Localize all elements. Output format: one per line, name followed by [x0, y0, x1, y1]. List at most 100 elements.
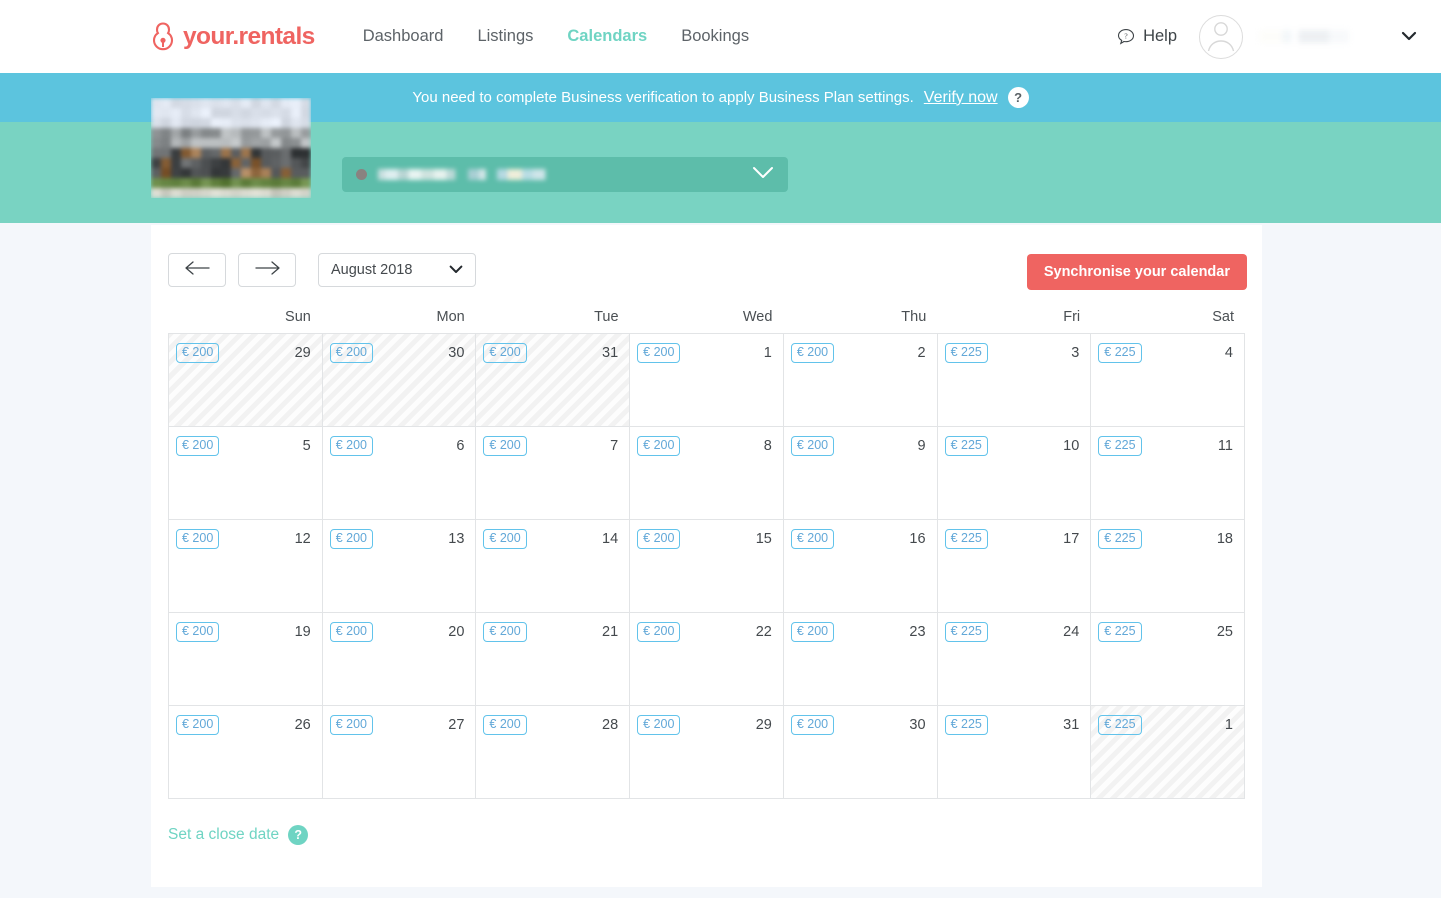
day-price-badge[interactable]: € 200	[176, 343, 219, 363]
day-price-badge[interactable]: € 200	[637, 343, 680, 363]
day-price-badge[interactable]: € 225	[1098, 343, 1141, 363]
weekday-header-mon: Mon	[322, 309, 476, 325]
day-price-badge[interactable]: € 225	[945, 436, 988, 456]
calendar-day-cell[interactable]: € 200 19	[169, 613, 323, 706]
calendar-day-cell[interactable]: € 225 3	[938, 334, 1092, 427]
calendar-day-cell[interactable]: € 200 28	[476, 706, 630, 799]
day-price-badge[interactable]: € 200	[791, 622, 834, 642]
calendar-day-cell[interactable]: € 200 5	[169, 427, 323, 520]
calendar-day-cell[interactable]: € 200 14	[476, 520, 630, 613]
calendar-day-cell[interactable]: € 200 12	[169, 520, 323, 613]
day-price-badge[interactable]: € 225	[945, 715, 988, 735]
calendar-day-cell[interactable]: € 225 31	[938, 706, 1092, 799]
calendar-day-cell[interactable]: € 200 27	[323, 706, 477, 799]
day-number: 21	[602, 624, 618, 640]
day-price-badge[interactable]: € 200	[483, 343, 526, 363]
calendar-day-cell[interactable]: € 200 22	[630, 613, 784, 706]
calendar-day-cell[interactable]: € 200 8	[630, 427, 784, 520]
day-number: 29	[756, 717, 772, 733]
day-price-badge[interactable]: € 200	[176, 622, 219, 642]
day-price-badge[interactable]: € 200	[791, 529, 834, 549]
day-price-badge[interactable]: € 200	[330, 622, 373, 642]
set-close-date-link[interactable]: Set a close date	[168, 826, 279, 844]
day-price-badge[interactable]: € 200	[330, 529, 373, 549]
calendar-day-cell[interactable]: € 200 2	[784, 334, 938, 427]
day-price-badge[interactable]: € 200	[637, 436, 680, 456]
account-area: ? Help	[1117, 0, 1441, 73]
account-chevron-down-icon[interactable]	[1401, 28, 1417, 46]
property-status-dot-icon	[356, 169, 367, 180]
day-price-badge[interactable]: € 200	[637, 715, 680, 735]
day-price-badge[interactable]: € 225	[1098, 622, 1141, 642]
day-number: 8	[764, 438, 772, 454]
synchronise-calendar-button[interactable]: Synchronise your calendar	[1027, 254, 1247, 290]
close-date-question-mark-icon[interactable]: ?	[288, 825, 308, 845]
brand-logo-link[interactable]: your.rentals	[150, 22, 315, 52]
calendar-day-cell[interactable]: € 225 4	[1091, 334, 1245, 427]
day-price-badge[interactable]: € 225	[945, 622, 988, 642]
question-mark-icon[interactable]: ?	[1008, 87, 1029, 108]
verify-now-link[interactable]: Verify now	[924, 89, 998, 107]
month-select[interactable]: August 2018	[318, 253, 476, 287]
day-price-badge[interactable]: € 225	[1098, 436, 1141, 456]
day-price-badge[interactable]: € 200	[791, 343, 834, 363]
calendar-day-cell[interactable]: € 200 15	[630, 520, 784, 613]
calendar-day-cell[interactable]: € 225 25	[1091, 613, 1245, 706]
day-price-badge[interactable]: € 225	[1098, 715, 1141, 735]
nav-item-bookings[interactable]: Bookings	[681, 27, 749, 46]
calendar-day-cell[interactable]: € 200 21	[476, 613, 630, 706]
calendar-day-cell[interactable]: € 225 10	[938, 427, 1092, 520]
weekday-header-fri: Fri	[937, 309, 1091, 325]
calendar-day-cell[interactable]: € 200 7	[476, 427, 630, 520]
day-price-badge[interactable]: € 225	[1098, 529, 1141, 549]
day-number: 18	[1217, 531, 1233, 547]
calendar-day-cell[interactable]: € 200 16	[784, 520, 938, 613]
day-price-badge[interactable]: € 225	[945, 343, 988, 363]
day-price-badge[interactable]: € 200	[330, 715, 373, 735]
nav-item-calendars[interactable]: Calendars	[567, 27, 647, 46]
calendar-day-cell[interactable]: € 200 1	[630, 334, 784, 427]
calendar-day-cell[interactable]: € 200 26	[169, 706, 323, 799]
day-number: 1	[1225, 717, 1233, 733]
day-price-badge[interactable]: € 200	[791, 436, 834, 456]
property-selector-dropdown[interactable]	[342, 157, 788, 192]
previous-month-button[interactable]	[168, 253, 226, 287]
day-price-badge[interactable]: € 200	[176, 715, 219, 735]
day-price-badge[interactable]: € 200	[637, 622, 680, 642]
calendar-day-cell: € 200 30	[323, 334, 477, 427]
nav-item-listings[interactable]: Listings	[477, 27, 533, 46]
nav-item-dashboard[interactable]: Dashboard	[363, 27, 444, 46]
day-number: 20	[448, 624, 464, 640]
avatar[interactable]	[1199, 15, 1243, 59]
property-chevron-down-icon	[752, 166, 774, 184]
calendar-day-cell[interactable]: € 200 20	[323, 613, 477, 706]
next-month-button[interactable]	[238, 253, 296, 287]
day-price-badge[interactable]: € 225	[945, 529, 988, 549]
help-link[interactable]: ? Help	[1117, 27, 1177, 46]
calendar-day-cell[interactable]: € 200 6	[323, 427, 477, 520]
calendar-day-cell[interactable]: € 200 9	[784, 427, 938, 520]
day-number: 14	[602, 531, 618, 547]
day-price-badge[interactable]: € 200	[791, 715, 834, 735]
day-number: 29	[295, 345, 311, 361]
day-price-badge[interactable]: € 200	[330, 436, 373, 456]
calendar-day-cell[interactable]: € 200 30	[784, 706, 938, 799]
day-price-badge[interactable]: € 200	[483, 529, 526, 549]
calendar-day-cell[interactable]: € 225 24	[938, 613, 1092, 706]
calendar-day-cell[interactable]: € 200 29	[630, 706, 784, 799]
calendar-day-cell[interactable]: € 225 18	[1091, 520, 1245, 613]
day-price-badge[interactable]: € 200	[483, 436, 526, 456]
day-number: 30	[448, 345, 464, 361]
calendar-day-cell[interactable]: € 200 13	[323, 520, 477, 613]
day-price-badge[interactable]: € 200	[176, 529, 219, 549]
calendar-day-cell[interactable]: € 200 23	[784, 613, 938, 706]
day-price-badge[interactable]: € 200	[637, 529, 680, 549]
calendar-grid-wrapper: Sun Mon Tue Wed Thu Fri Sat € 200 29 € 200 30 € 20…	[151, 309, 1262, 799]
day-price-badge[interactable]: € 200	[483, 622, 526, 642]
day-price-badge[interactable]: € 200	[483, 715, 526, 735]
day-price-badge[interactable]: € 200	[330, 343, 373, 363]
day-price-badge[interactable]: € 200	[176, 436, 219, 456]
calendar-day-cell[interactable]: € 225 11	[1091, 427, 1245, 520]
day-number: 3	[1071, 345, 1079, 361]
calendar-day-cell[interactable]: € 225 17	[938, 520, 1092, 613]
